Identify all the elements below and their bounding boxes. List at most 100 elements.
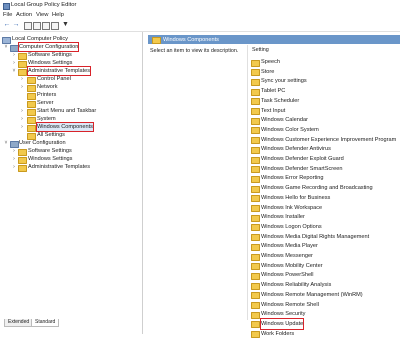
folder-icon: [251, 311, 260, 319]
folder-icon: [251, 302, 260, 309]
chevron-right-icon[interactable]: ›: [12, 51, 16, 59]
folder-icon: [251, 234, 260, 242]
folder-icon: [18, 60, 27, 68]
column-divider: [247, 45, 248, 320]
folder-view-icon[interactable]: [24, 22, 32, 30]
tree-label: Windows Components: [36, 122, 94, 132]
menu-view[interactable]: View: [36, 12, 48, 18]
setting-label: Windows Defender Antivirus: [261, 146, 331, 153]
menu-file[interactable]: File: [3, 12, 12, 18]
folder-icon: [18, 164, 27, 172]
tab-extended[interactable]: Extended: [4, 319, 34, 327]
tree-label: System: [37, 116, 56, 122]
setting-label: Windows Logon Options: [261, 223, 322, 230]
setting-label: Windows Defender Exploit Guard: [261, 156, 344, 162]
properties-icon[interactable]: [33, 22, 41, 30]
folder-icon: [251, 88, 260, 96]
setting-label: Windows Media Player: [261, 243, 318, 250]
folder-icon: [251, 243, 260, 251]
chevron-right-icon[interactable]: ›: [20, 75, 24, 83]
setting-label: Windows Game Recording and Broadcasting: [261, 185, 373, 192]
folder-icon: [251, 69, 260, 77]
tree-label: Administrative Templates: [26, 66, 92, 76]
setting-label: Windows Reliability Analysis: [261, 282, 332, 289]
setting-label: Windows Media Digital Rights Management: [261, 233, 370, 240]
folder-icon: [251, 253, 260, 261]
folder-icon: [251, 214, 260, 222]
folder-icon: [251, 117, 260, 125]
help-icon[interactable]: [42, 22, 50, 30]
folder-icon: [251, 224, 260, 232]
chevron-right-icon[interactable]: ›: [20, 123, 24, 131]
folder-icon: [251, 263, 260, 271]
chevron-down-icon[interactable]: ˅: [4, 139, 8, 147]
folder-icon: [251, 175, 260, 183]
setting-label: Windows PowerShell: [261, 272, 314, 279]
tree-label: Printers: [37, 92, 57, 98]
folder-icon: [27, 92, 36, 100]
setting-label: Windows Mobility Center: [261, 262, 323, 269]
show-hide-tree-icon[interactable]: [51, 22, 59, 30]
setting-label: Text Input: [261, 107, 286, 114]
tree-label: Software Settings: [28, 52, 72, 58]
folder-icon: [18, 148, 27, 156]
folder-icon: [18, 156, 27, 164]
setting-label: Windows Update: [259, 317, 305, 330]
folder-icon: [27, 124, 36, 132]
tree-label: User Configuration: [19, 140, 66, 146]
forward-arrow-icon[interactable]: →: [12, 21, 20, 29]
chevron-right-icon[interactable]: ›: [12, 59, 16, 67]
tree-label: Computer Configuration: [17, 42, 80, 52]
setting-label: Tablet PC: [261, 88, 286, 95]
chevron-right-icon[interactable]: ›: [20, 83, 24, 91]
tree-label: Local Computer Policy: [12, 36, 68, 42]
folder-icon: [27, 76, 36, 84]
folder-icon: [251, 331, 260, 339]
setting-label: Windows Remote Management (WinRM): [261, 291, 363, 298]
folder-icon: [251, 146, 260, 154]
menu-help[interactable]: Help: [52, 12, 64, 18]
chevron-right-icon[interactable]: ›: [20, 115, 24, 123]
folder-icon: [27, 116, 36, 124]
folder-icon: [251, 185, 260, 193]
chevron-right-icon[interactable]: ›: [20, 107, 24, 115]
folder-icon: [251, 282, 260, 290]
chevron-right-icon[interactable]: ›: [12, 163, 16, 171]
app-icon: [3, 3, 10, 10]
folder-icon: [18, 52, 27, 60]
folder-icon: [251, 166, 260, 174]
folder-icon: [251, 272, 260, 280]
tree-label: Windows Settings: [28, 156, 73, 162]
folder-icon: [251, 108, 260, 115]
chevron-down-icon[interactable]: ˅: [4, 43, 8, 51]
back-arrow-icon[interactable]: ←: [3, 21, 11, 29]
chevron-right-icon[interactable]: ›: [12, 147, 16, 155]
setting-label: Windows Security: [261, 311, 306, 318]
folder-icon: [152, 37, 161, 44]
setting-label: Windows Customer Experience Improvement …: [261, 136, 397, 143]
folder-icon: [251, 137, 260, 145]
tree-label: Server: [37, 100, 54, 106]
setting-label: Windows Installer: [261, 214, 305, 221]
column-header-setting[interactable]: Setting: [252, 47, 269, 53]
tree-label: Administrative Templates: [28, 164, 91, 170]
chevron-down-icon[interactable]: ˅: [12, 67, 16, 75]
title-bar: Local Group Policy Editor: [0, 0, 400, 11]
folder-icon: [251, 59, 260, 67]
folder-icon: [251, 205, 260, 212]
tab-standard[interactable]: Standard: [31, 319, 60, 327]
setting-label: Windows Hello for Business: [261, 194, 331, 201]
folder-icon: [27, 84, 36, 92]
tree-label: Network: [37, 84, 58, 90]
tree-label: All Settings: [37, 132, 65, 138]
setting-label: Speech: [261, 59, 280, 65]
details-pane: Windows Components Select an item to vie…: [148, 32, 400, 339]
folder-icon: [251, 321, 260, 329]
folder-icon: [251, 156, 260, 164]
filter-icon[interactable]: ▼: [62, 21, 69, 28]
menu-action[interactable]: Action: [16, 12, 32, 18]
tree-label: Control Panel: [37, 76, 71, 82]
chevron-right-icon[interactable]: ›: [12, 155, 16, 163]
setting-label: Windows Error Reporting: [261, 175, 324, 182]
section-header-title: Windows Components: [163, 36, 219, 43]
